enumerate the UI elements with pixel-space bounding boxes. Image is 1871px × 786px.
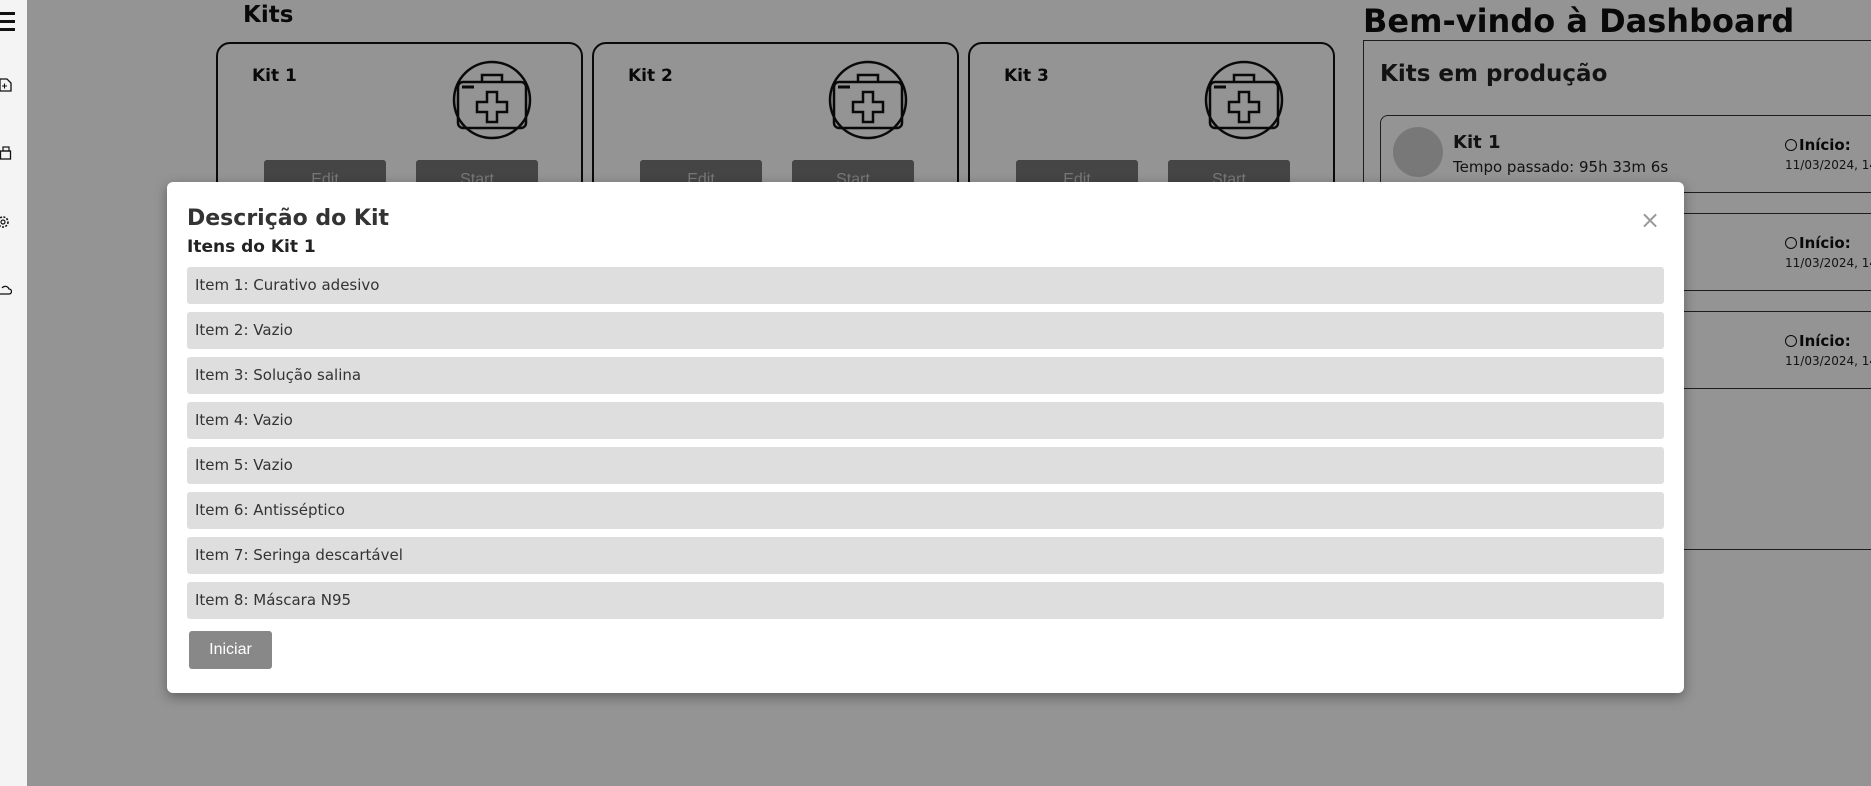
start-kit-button[interactable]: Iniciar xyxy=(189,631,272,669)
list-item: Item 6: Antisséptico xyxy=(187,492,1664,529)
kit-description-modal: Descrição do Kit Itens do Kit 1 × Item 1… xyxy=(167,182,1684,693)
cloud-icon[interactable] xyxy=(0,284,12,298)
list-item: Item 3: Solução salina xyxy=(187,357,1664,394)
modal-title: Descrição do Kit xyxy=(187,206,389,231)
file-icon[interactable] xyxy=(0,78,12,92)
box-icon[interactable] xyxy=(0,146,12,160)
gear-icon[interactable] xyxy=(0,215,12,229)
close-icon[interactable]: × xyxy=(1640,208,1660,232)
list-item: Item 1: Curativo adesivo xyxy=(187,267,1664,304)
modal-subtitle: Itens do Kit 1 xyxy=(187,237,316,257)
list-item: Item 5: Vazio xyxy=(187,447,1664,484)
list-item: Item 2: Vazio xyxy=(187,312,1664,349)
sidebar xyxy=(0,0,27,786)
list-item: Item 8: Máscara N95 xyxy=(187,582,1664,619)
menu-icon[interactable] xyxy=(0,12,16,36)
list-item: Item 4: Vazio xyxy=(187,402,1664,439)
list-item: Item 7: Seringa descartável xyxy=(187,537,1664,574)
